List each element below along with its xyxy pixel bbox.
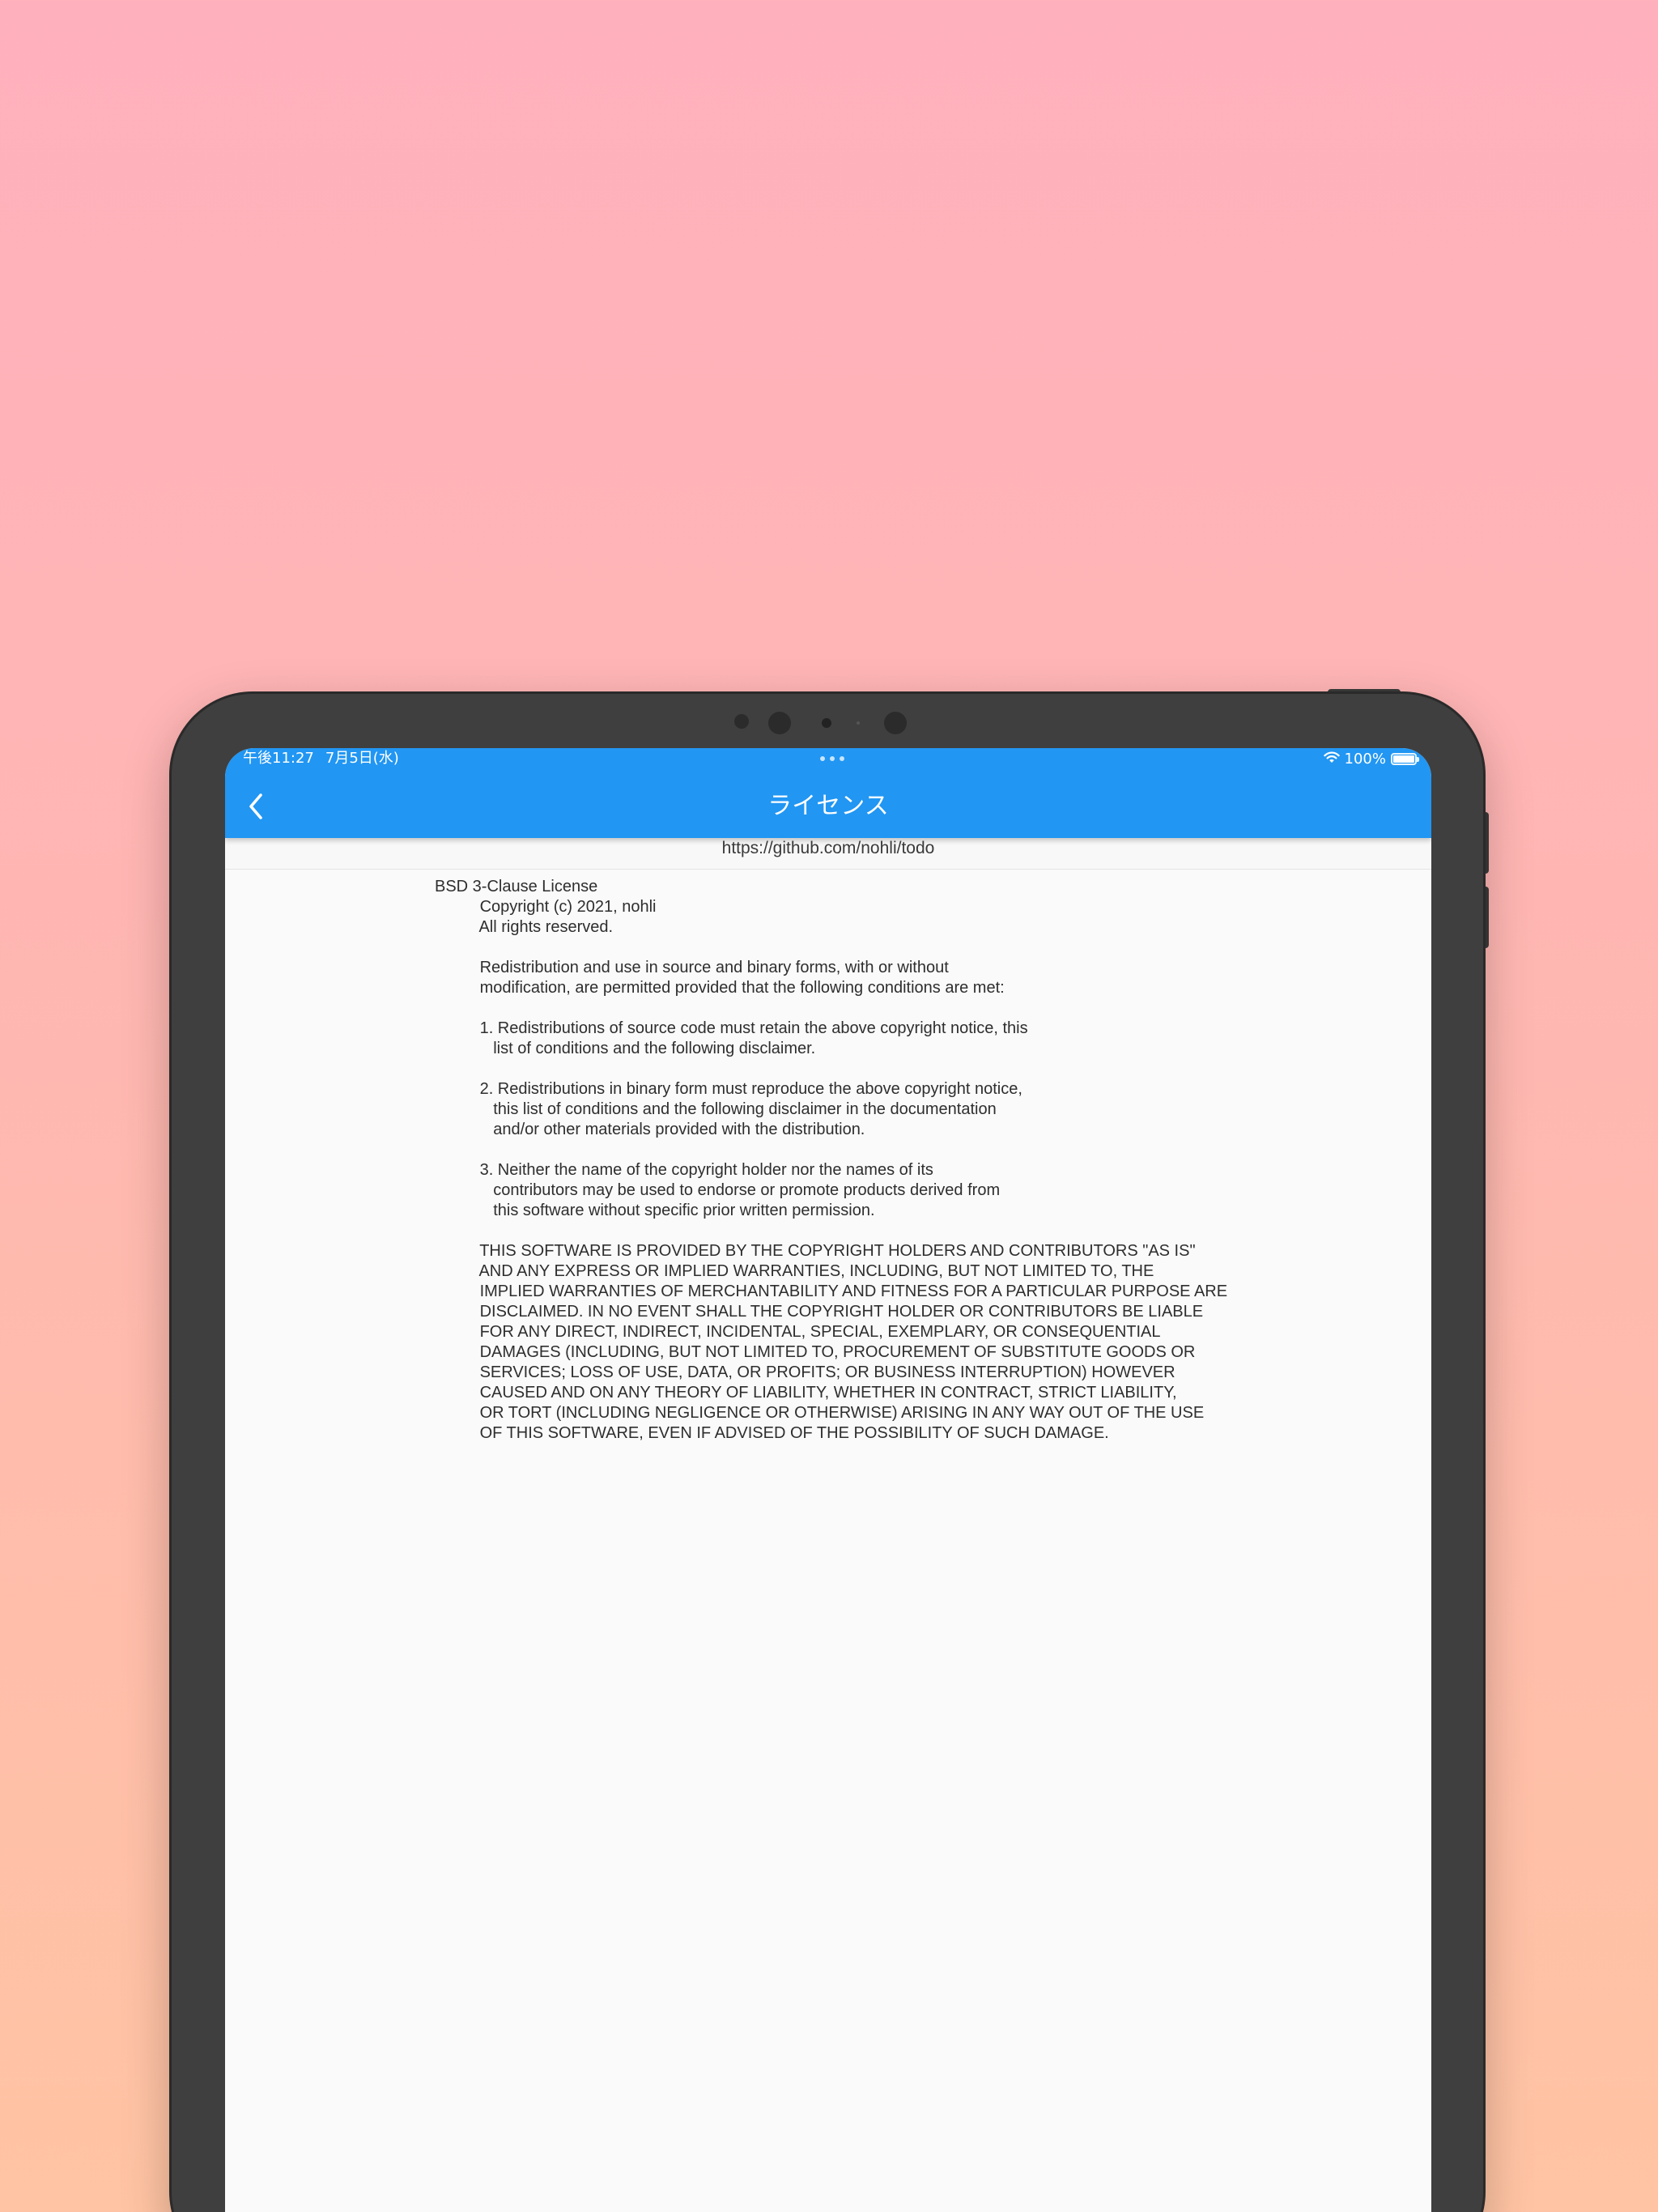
app-bar: 午後11:27 7月5日(水) 100% ライセンス bbox=[225, 748, 1431, 838]
camera-dot bbox=[822, 718, 831, 728]
status-bar-time-date: 午後11:27 7月5日(水) bbox=[243, 748, 399, 769]
camera-flash bbox=[857, 721, 860, 725]
camera-lens bbox=[768, 712, 791, 734]
status-time: 午後11:27 bbox=[243, 750, 314, 767]
status-bar-right: 100% bbox=[1323, 748, 1419, 769]
battery-percentage: 100% bbox=[1344, 750, 1386, 768]
battery-icon bbox=[1391, 752, 1419, 765]
camera-lens-2 bbox=[884, 712, 907, 734]
license-text: BSD 3-Clause License Copyright (c) 2021,… bbox=[435, 877, 1325, 1444]
three-dots-icon[interactable] bbox=[820, 756, 844, 763]
wifi-icon bbox=[1323, 751, 1340, 768]
page-title: ライセンス bbox=[767, 792, 889, 820]
app-screen: 午後11:27 7月5日(水) 100% ライセンス https://github… bbox=[225, 748, 1431, 2212]
repository-link[interactable]: https://github.com/nohli/todo bbox=[225, 838, 1431, 870]
status-date: 7月5日(水) bbox=[325, 750, 399, 767]
camera-sensor bbox=[734, 714, 749, 729]
license-body: Copyright (c) 2021, nohli All rights res… bbox=[478, 898, 1228, 1442]
license-heading: BSD 3-Clause License bbox=[435, 878, 598, 895]
